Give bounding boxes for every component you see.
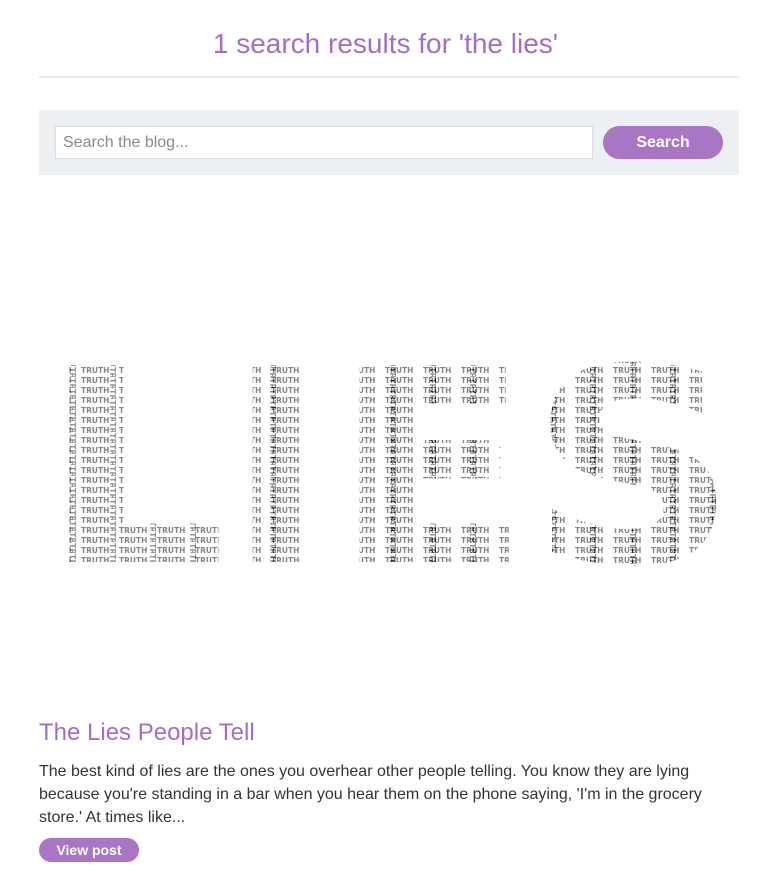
page-title: 1 search results for 'the lies' xyxy=(212,28,559,59)
search-input[interactable] xyxy=(55,126,593,159)
search-button[interactable]: Search xyxy=(603,126,723,159)
post-image[interactable]: TRUTH TRUTH TRUTH LIES LIES xyxy=(39,190,739,695)
view-post-button[interactable]: View post xyxy=(39,838,139,862)
title-divider xyxy=(39,76,739,78)
lies-letters-overlay: LIES xyxy=(43,311,737,626)
lies-word-art: TRUTH TRUTH TRUTH LIES LIES xyxy=(43,311,737,626)
post-title[interactable]: The Lies People Tell xyxy=(39,719,255,747)
search-bar: Search xyxy=(39,110,739,175)
post-excerpt: The best kind of lies are the ones you o… xyxy=(39,763,702,826)
